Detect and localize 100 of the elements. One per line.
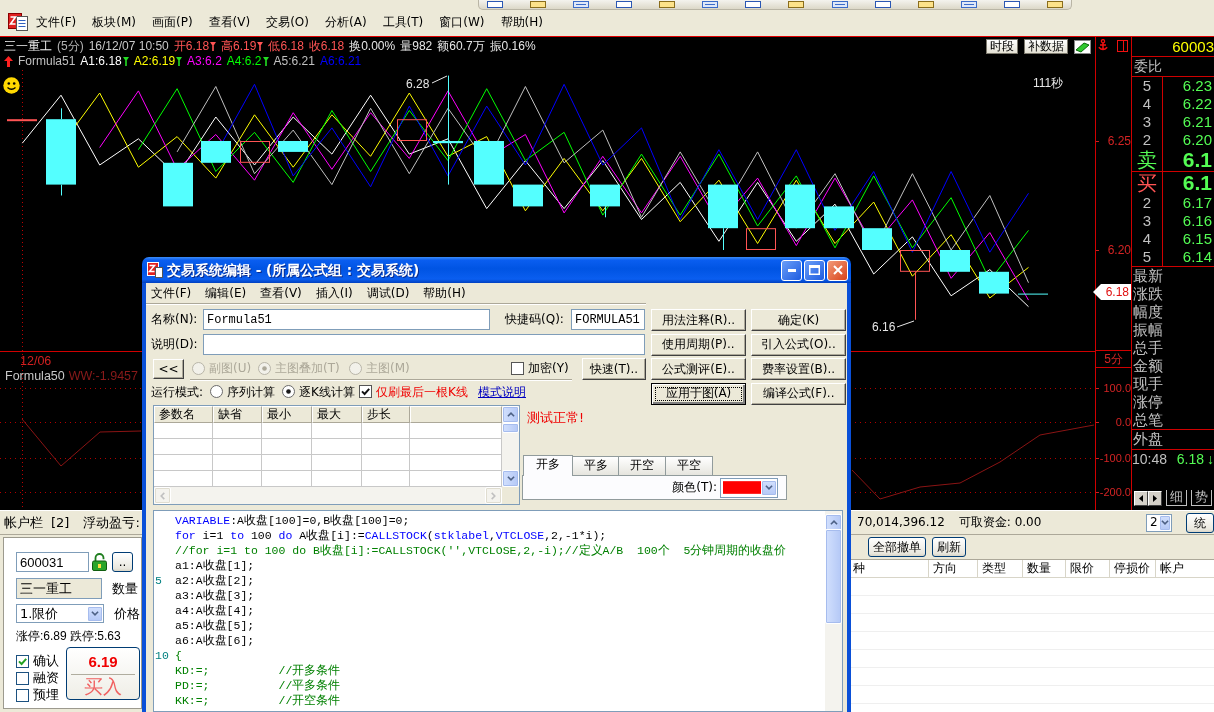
dialog-button[interactable]: 公式测评(E).. [651,358,746,380]
menu-item[interactable]: 查看(V) [255,285,307,301]
toolbar-icon[interactable] [1003,1,1020,8]
quick-button[interactable]: 快速(T).. [582,358,646,380]
toolbar-icon[interactable] [487,1,503,8]
toolbar-icon[interactable] [745,1,762,8]
toolbar-icon[interactable] [1046,1,1063,8]
maximize-button[interactable] [804,259,825,281]
scroll-up-button[interactable] [825,514,842,531]
menu-item[interactable]: 文件(F) [28,14,85,30]
checkbox[interactable] [511,362,524,375]
checkbox[interactable] [16,671,29,685]
split-view-icon[interactable] [1117,40,1128,52]
checkbox[interactable] [16,688,29,702]
dialog-button[interactable]: 编译公式(F).. [751,382,846,405]
table-cell[interactable] [262,423,312,439]
table-cell[interactable] [362,455,410,471]
order-type-select[interactable]: 1.限价 [16,604,104,623]
scroll-left-button[interactable] [1134,490,1148,506]
menu-item[interactable]: 编辑(E) [200,285,252,301]
menu-item[interactable]: 帮助(H) [418,285,471,301]
toolbar-icon[interactable] [831,1,848,8]
table-cell[interactable] [213,455,262,471]
radio-label[interactable]: 逐K线计算 [299,384,355,400]
radio-button[interactable] [210,385,223,399]
scrollbar-thumb[interactable] [825,529,842,624]
checkbox-label[interactable]: 融资 [33,670,59,686]
menu-item[interactable]: 分析(A) [317,14,375,30]
menu-item[interactable]: 查看(V) [200,14,259,30]
table-cell[interactable] [154,423,213,439]
radio-button[interactable] [282,385,295,399]
menu-item[interactable]: 板块(M) [84,14,144,30]
column-header[interactable]: 步长 [362,406,410,423]
checkbox-label[interactable]: 预埋 [33,687,59,703]
shortcut-field[interactable]: FORMULA51 [571,309,645,330]
dialog-button[interactable]: 使用周期(P).. [651,333,746,356]
table-cell[interactable] [262,455,312,471]
table-cell[interactable] [312,455,362,471]
toolbar-icon[interactable] [616,1,633,8]
menu-item[interactable]: 文件(F) [146,285,197,301]
color-select[interactable] [720,477,778,498]
checkbox-label[interactable]: 仅刷最后一根K线 [376,384,468,400]
signal-tab[interactable]: 平多 [572,456,619,475]
scroll-up-button[interactable] [502,406,519,423]
scroll-right-button[interactable] [1148,490,1162,506]
browse-button[interactable]: .. [112,552,133,572]
toolbar-icon[interactable] [874,1,891,8]
menu-item[interactable]: 工具(T) [374,14,432,30]
menu-item[interactable]: 帮助(H) [492,14,551,30]
chart-button[interactable]: 时段 [986,39,1018,54]
column-header[interactable]: 最小 [262,406,312,423]
scrollbar-thumb[interactable] [502,423,519,433]
toolbar-icon[interactable] [573,1,590,8]
order-button[interactable]: 全部撤单 [868,537,926,557]
minimize-button[interactable] [781,259,802,281]
name-field[interactable]: Formula51 [203,309,490,330]
table-cell[interactable] [312,439,362,455]
signal-tab[interactable]: 开空 [618,456,666,475]
checkbox[interactable] [359,385,372,399]
order-button[interactable]: 刷新 [932,537,966,557]
column-header[interactable]: 缺省 [213,406,262,423]
panel-tab[interactable]: 细 [1166,490,1187,506]
scroll-down-button[interactable] [502,470,519,487]
toolbar-icon[interactable] [530,1,547,8]
column-header[interactable]: 最大 [312,406,362,423]
panel-tab[interactable]: 势 [1191,490,1212,506]
dialog-button[interactable]: 确定(K) [751,309,846,331]
table-cell[interactable] [262,439,312,455]
table-cell[interactable] [154,455,213,471]
table-cell[interactable] [362,423,410,439]
checkbox[interactable] [16,654,29,668]
checkbox-label[interactable]: 确认 [33,653,59,669]
chart-button[interactable]: 补数据 [1024,39,1068,54]
dialog-button[interactable]: 用法注释(R).. [651,309,746,331]
collapse-button[interactable]: << [153,359,184,379]
table-cell[interactable] [213,439,262,455]
table-cell[interactable] [154,439,213,455]
column-header[interactable]: 参数名 [154,406,213,423]
book-icon[interactable] [1074,39,1091,54]
stock-code-field[interactable]: 600031 [16,552,89,572]
account-select[interactable]: 2 [1146,513,1172,532]
toolbar-icon[interactable] [788,1,805,8]
smiley-icon[interactable] [3,77,20,94]
checkbox-label[interactable]: 加密(Y) [528,361,569,376]
signal-tab[interactable]: 开多 [523,455,573,476]
radio-label[interactable]: 序列计算 [227,384,275,400]
menu-item[interactable]: 窗口(W) [431,14,493,30]
dialog-button[interactable]: 费率设置(B).. [751,358,846,380]
dialog-button[interactable]: 应用于图(A) [651,382,746,405]
table-cell[interactable] [213,423,262,439]
table-cell[interactable] [362,439,410,455]
menu-item[interactable]: 画面(P) [144,14,201,30]
menu-item[interactable]: 插入(I) [310,285,358,301]
description-field[interactable] [203,334,645,355]
dialog-button[interactable]: 引入公式(O).. [751,333,846,356]
menu-item[interactable]: 调试(D) [361,285,415,301]
help-link[interactable]: 模式说明 [478,384,526,400]
anchor-icon[interactable] [1098,39,1108,51]
toolbar-icon[interactable] [702,1,719,8]
table-cell[interactable] [312,423,362,439]
